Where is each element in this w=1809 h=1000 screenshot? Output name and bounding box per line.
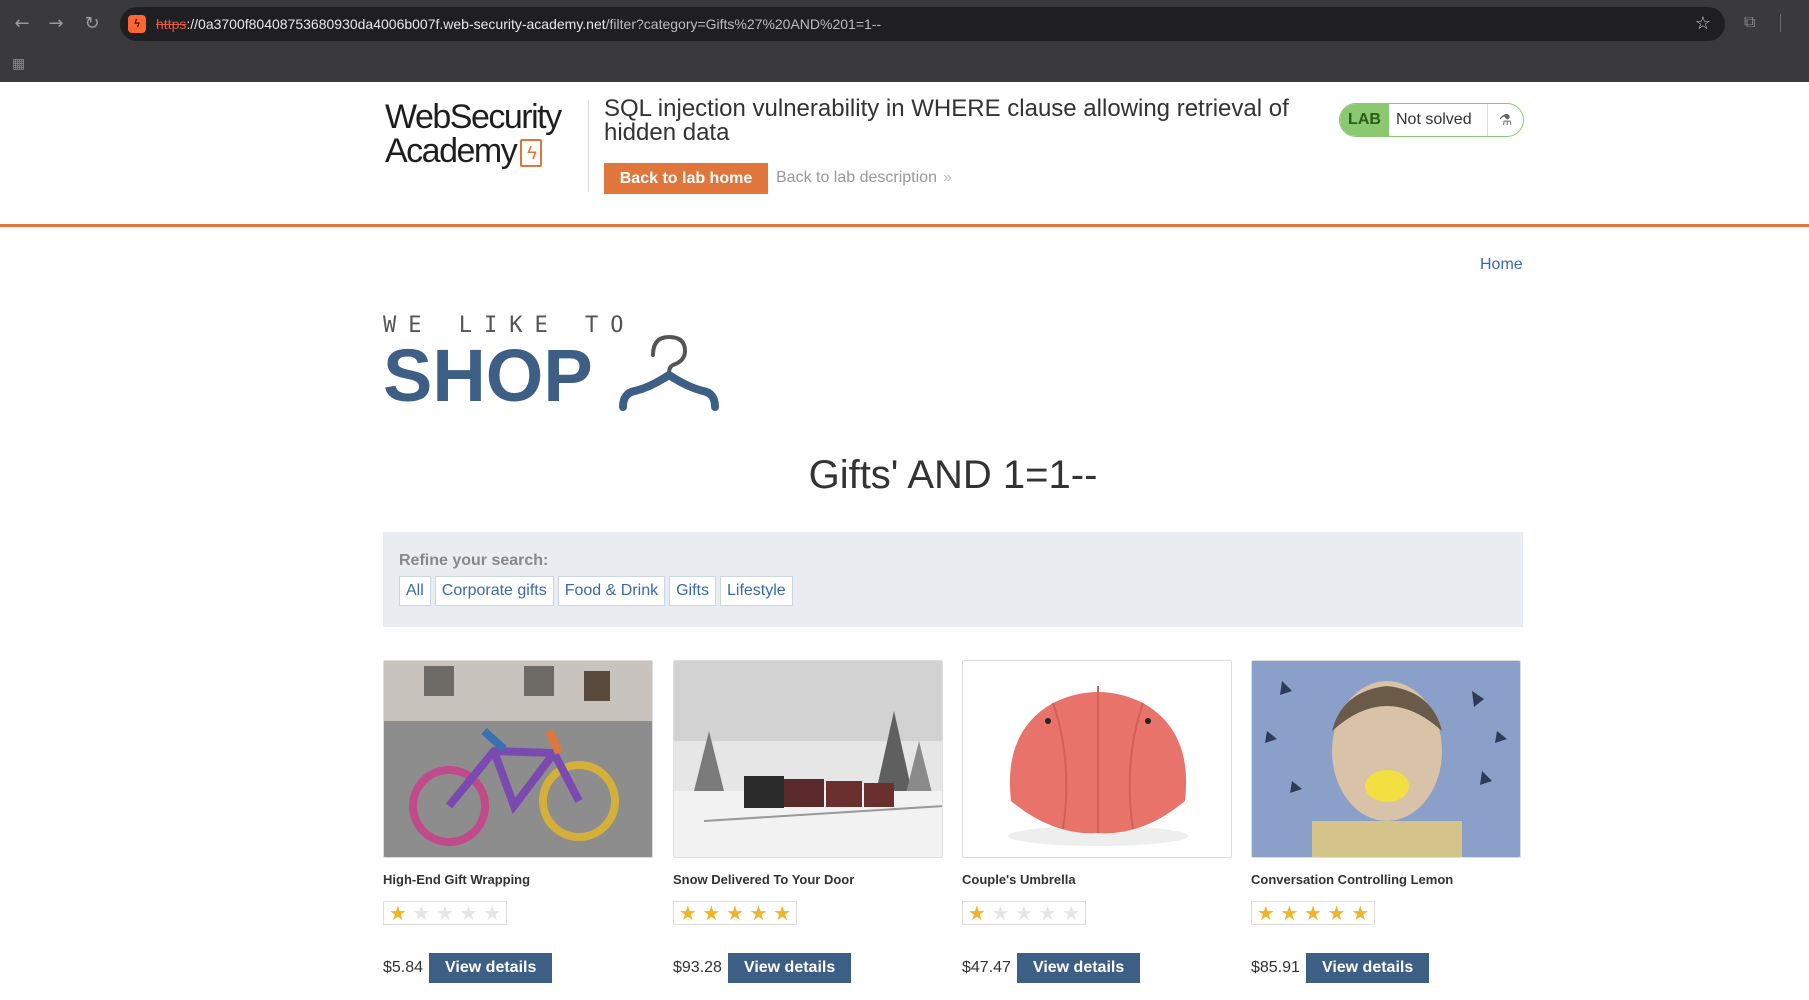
product-purchase-row: $47.47 View details xyxy=(962,953,1232,983)
product-purchase-row: $5.84 View details xyxy=(383,953,653,983)
product-price: $93.28 xyxy=(673,959,722,976)
product-name: High-End Gift Wrapping xyxy=(383,872,531,887)
star-filled-icon: ★ xyxy=(726,901,744,925)
lab-status-text: Not solved xyxy=(1396,111,1472,128)
lab-status-widget: LAB Not solved ⚗ xyxy=(1339,103,1524,137)
lab-title: SQL injection vulnerability in WHERE cla… xyxy=(604,95,1289,146)
category-title: Gifts' AND 1=1-- xyxy=(808,453,1098,497)
snow-train-illustration xyxy=(674,661,942,857)
lab-badge: LAB xyxy=(1340,104,1389,136)
product-image-bicycle[interactable] xyxy=(383,660,653,858)
yarn-bicycle-illustration xyxy=(384,661,652,857)
we-like-to-shop-logo: WE LIKE TO SHOP xyxy=(383,313,719,417)
logo-shop-word: SHOP xyxy=(383,334,593,417)
product-price: $85.91 xyxy=(1251,959,1300,976)
star-empty-icon: ★ xyxy=(483,901,502,925)
star-empty-icon: ★ xyxy=(412,901,431,925)
star-filled-icon: ★ xyxy=(1327,901,1346,925)
star-empty-icon: ★ xyxy=(1038,901,1057,925)
star-filled-icon: ★ xyxy=(678,901,697,925)
product-card: Conversation Controlling Lemon ★ ★ ★ ★ ★… xyxy=(1251,660,1521,983)
apps-grid-icon[interactable]: ▦ xyxy=(12,56,25,72)
star-empty-icon: ★ xyxy=(1015,901,1033,925)
product-purchase-row: $93.28 View details xyxy=(673,953,943,983)
clothes-hanger-icon xyxy=(619,334,719,411)
star-filled-icon: ★ xyxy=(749,901,768,925)
product-rating: ★ ★ ★ ★ ★ xyxy=(1251,901,1375,925)
star-empty-icon: ★ xyxy=(1062,901,1081,925)
back-arrow-icon[interactable]: ← xyxy=(10,12,34,36)
refine-search-panel: Refine your search: All Corporate gifts … xyxy=(383,532,1523,627)
star-filled-icon: ★ xyxy=(388,901,407,925)
filter-gifts[interactable]: Gifts xyxy=(669,576,716,606)
academy-header: WebSecurity Academy ϟ SQL injection vulne… xyxy=(0,82,1809,227)
logo-line-1: WebSecurity xyxy=(385,98,562,136)
lemon-man-illustration xyxy=(1252,661,1520,857)
product-rating: ★ ★ ★ ★ ★ xyxy=(383,901,507,925)
star-filled-icon: ★ xyxy=(773,901,792,925)
product-card: Snow Delivered To Your Door ★ ★ ★ ★ ★ $9… xyxy=(673,660,943,983)
product-price: $47.47 xyxy=(962,959,1011,976)
filter-lifestyle[interactable]: Lifestyle xyxy=(719,576,793,606)
forward-arrow-icon[interactable]: → xyxy=(44,12,68,36)
view-details-button[interactable]: View details xyxy=(429,953,553,983)
product-name: Conversation Controlling Lemon xyxy=(1251,872,1454,887)
lightning-bolt-icon: ϟ xyxy=(520,139,543,168)
double-chevron-right-icon: » xyxy=(942,169,952,186)
star-filled-icon: ★ xyxy=(1351,901,1370,925)
url-text[interactable]: https://0a3700f80408753680930da4006b007f… xyxy=(156,16,881,32)
filter-all[interactable]: All xyxy=(399,576,431,606)
product-image-lemon[interactable] xyxy=(1251,660,1521,858)
star-empty-icon: ★ xyxy=(436,901,454,925)
star-filled-icon: ★ xyxy=(1256,901,1275,925)
star-filled-icon: ★ xyxy=(1280,901,1299,925)
star-filled-icon: ★ xyxy=(702,901,721,925)
star-filled-icon: ★ xyxy=(967,901,986,925)
star-empty-icon: ★ xyxy=(991,901,1010,925)
view-details-button[interactable]: View details xyxy=(1305,953,1430,983)
star-empty-icon: ★ xyxy=(459,901,478,925)
back-to-lab-home-button[interactable]: Back to lab home xyxy=(604,163,768,194)
product-image-train[interactable] xyxy=(673,660,943,858)
product-card: High-End Gift Wrapping ★ ★ ★ ★ ★ $5.84 V… xyxy=(383,660,653,983)
flask-icon: ⚗ xyxy=(1487,104,1523,136)
product-card: Couple's Umbrella ★ ★ ★ ★ ★ $47.47 View … xyxy=(962,660,1232,983)
product-name: Snow Delivered To Your Door xyxy=(673,872,855,887)
filter-food-drink[interactable]: Food & Drink xyxy=(557,576,666,606)
toolbar-divider xyxy=(1780,14,1781,32)
product-rating: ★ ★ ★ ★ ★ xyxy=(962,901,1086,925)
refine-label: Refine your search: xyxy=(399,552,549,569)
product-rating: ★ ★ ★ ★ ★ xyxy=(673,901,797,925)
web-security-academy-logo[interactable]: WebSecurity Academy ϟ xyxy=(385,100,590,168)
product-name: Couple's Umbrella xyxy=(962,872,1076,887)
reload-icon[interactable]: ↻ xyxy=(80,12,104,36)
logo-line-2: Academy ϟ xyxy=(385,134,590,168)
browser-chrome: ← → ↻ ϟ https://0a3700f80408753680930da4… xyxy=(0,0,1809,82)
product-image-umbrella[interactable] xyxy=(962,660,1232,858)
product-price: $5.84 xyxy=(383,959,424,976)
view-details-button[interactable]: View details xyxy=(1016,953,1141,983)
view-details-button[interactable]: View details xyxy=(727,953,852,983)
extensions-icon[interactable]: ⧉ xyxy=(1744,12,1755,32)
red-umbrella-illustration xyxy=(963,661,1231,857)
site-favicon-icon: ϟ xyxy=(128,15,146,33)
header-divider xyxy=(588,100,589,192)
back-to-lab-description-link[interactable]: Back to lab description» xyxy=(776,169,952,187)
filter-corporate-gifts[interactable]: Corporate gifts xyxy=(434,576,554,606)
bookmark-star-icon[interactable]: ☆ xyxy=(1695,13,1711,34)
home-link[interactable]: Home xyxy=(1480,256,1523,274)
product-purchase-row: $85.91 View details xyxy=(1251,953,1521,983)
star-filled-icon: ★ xyxy=(1304,901,1322,925)
category-filters: All Corporate gifts Food & Drink Gifts L… xyxy=(399,576,793,606)
address-bar[interactable]: ϟ https://0a3700f80408753680930da4006b00… xyxy=(120,7,1725,41)
